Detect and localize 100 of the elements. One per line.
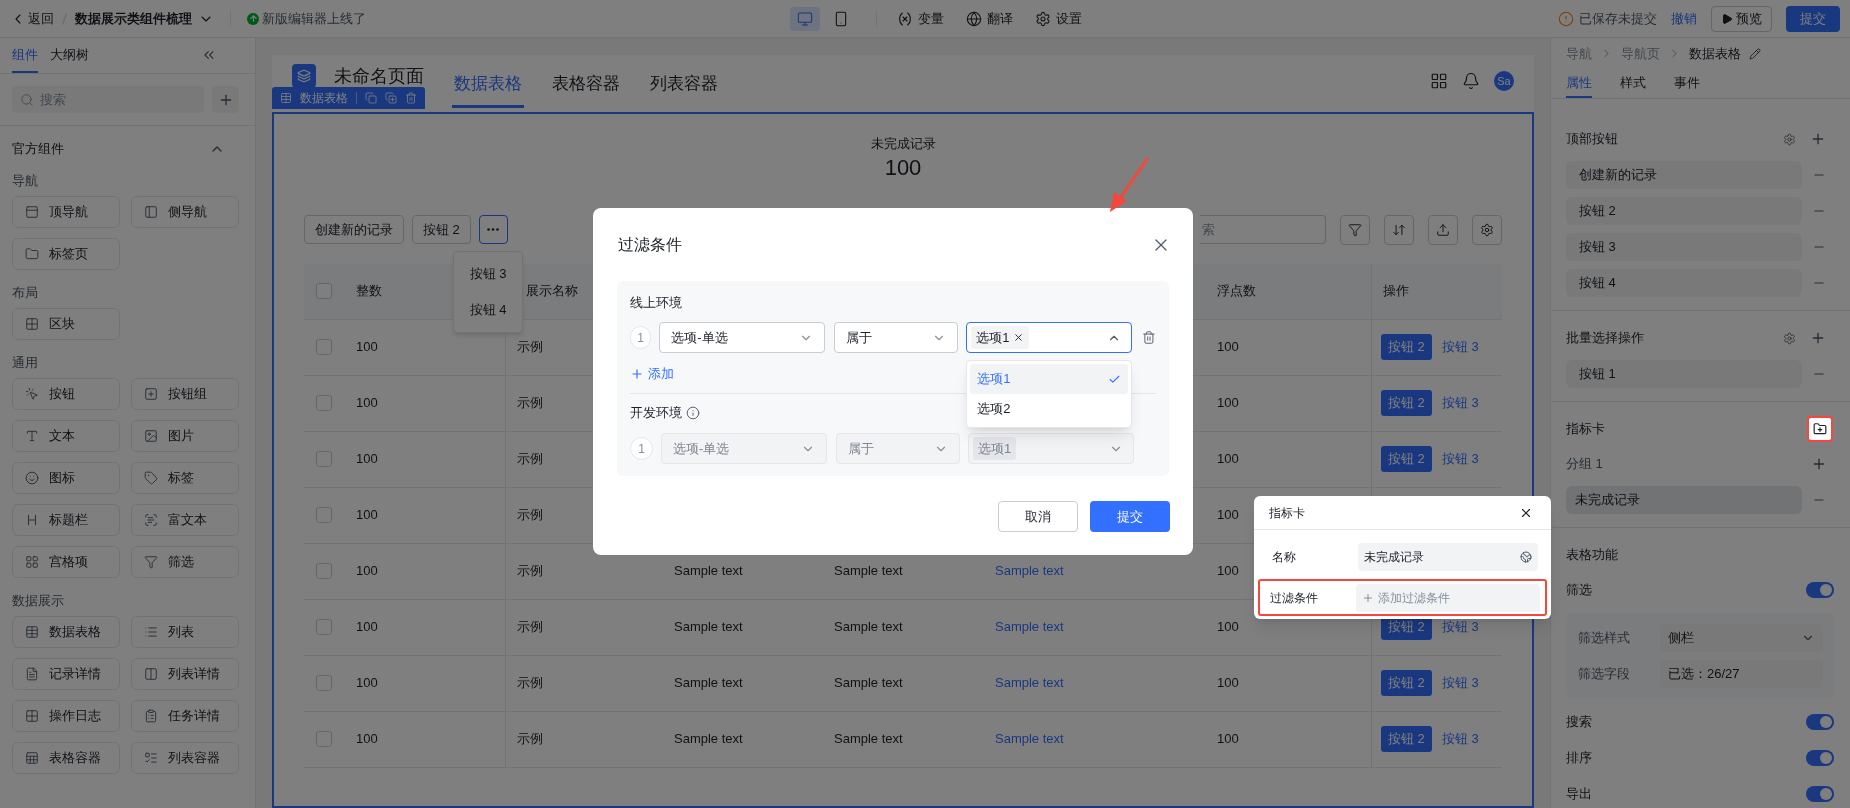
name-field[interactable]: 未完成记录	[1358, 542, 1538, 571]
icon-button[interactable]	[1472, 214, 1502, 245]
user-avatar[interactable]: Sa	[1494, 71, 1514, 91]
table-link[interactable]: Sample text	[995, 729, 1064, 749]
toolbar-button[interactable]: 变量	[897, 8, 944, 29]
toolbar-button[interactable]: 翻译	[966, 8, 1013, 29]
icon-button[interactable]	[1428, 214, 1458, 245]
component-item[interactable]: 数据表格	[12, 616, 120, 648]
component-item[interactable]: 图标	[12, 462, 120, 494]
add-button[interactable]	[1810, 131, 1826, 147]
table-link[interactable]: Sample text	[995, 617, 1064, 637]
nav-tab[interactable]: 列表容器	[648, 55, 720, 108]
toolbar-button[interactable]: 创建新的记录	[304, 215, 404, 244]
component-item[interactable]: 表格容器	[12, 742, 120, 774]
row-action-button[interactable]: 按钮 2	[1381, 334, 1432, 360]
table-link[interactable]: Sample text	[995, 561, 1064, 581]
component-item[interactable]: 列表	[131, 616, 239, 648]
component-item[interactable]: 标题栏	[12, 504, 120, 536]
component-item[interactable]: 侧导航	[131, 196, 239, 228]
component-item[interactable]: 列表详情	[131, 658, 239, 690]
checkbox[interactable]	[316, 563, 332, 579]
checkbox[interactable]	[316, 283, 332, 299]
undo-link[interactable]: 撤销	[1671, 8, 1697, 29]
component-item[interactable]: 按钮组	[131, 378, 239, 410]
breadcrumb-item[interactable]: 导航	[1566, 43, 1592, 64]
row-action-link[interactable]: 按钮 3	[1441, 449, 1479, 469]
list-item[interactable]: 按钮 2	[1566, 197, 1803, 225]
add-filter-button[interactable]: 添加过滤条件	[1356, 583, 1540, 612]
toolbar-button[interactable]: 设置	[1035, 8, 1082, 29]
toggle-switch[interactable]	[1806, 786, 1834, 802]
toggle-switch[interactable]	[1806, 714, 1834, 730]
panel-tab[interactable]: 样式	[1620, 69, 1646, 98]
back-link[interactable]: 返回	[10, 8, 54, 29]
component-item[interactable]: 标签页	[12, 238, 120, 270]
checkbox[interactable]	[316, 731, 332, 747]
row-action-link[interactable]: 按钮 3	[1441, 393, 1479, 413]
row-action-link[interactable]: 按钮 3	[1441, 729, 1479, 749]
component-item[interactable]: 列表容器	[131, 742, 239, 774]
row-action-link[interactable]: 按钮 3	[1441, 673, 1479, 693]
submit-button[interactable]: 提交	[1786, 5, 1840, 32]
component-item[interactable]: 区块	[12, 308, 120, 340]
list-item[interactable]: 按钮 1	[1566, 360, 1803, 388]
list-item[interactable]: 按钮 4	[1566, 269, 1803, 297]
dropdown-option[interactable]: 选项1	[970, 364, 1129, 394]
panel-tab[interactable]: 事件	[1674, 69, 1700, 98]
more-button[interactable]	[478, 215, 508, 244]
toolbar-button[interactable]: 按钮 2	[412, 215, 471, 244]
checkbox[interactable]	[316, 675, 332, 691]
menu-item[interactable]: 按钮 4	[454, 291, 522, 328]
search-field[interactable]: 索	[1200, 215, 1326, 244]
checkbox[interactable]	[316, 451, 332, 467]
table-link[interactable]: Sample text	[995, 673, 1064, 693]
component-item[interactable]: 操作日志	[12, 700, 120, 732]
device-toggle[interactable]	[790, 6, 820, 31]
row-action-button[interactable]: 按钮 2	[1381, 726, 1432, 752]
add-group-button[interactable]	[1807, 416, 1833, 442]
checkbox[interactable]	[316, 507, 332, 523]
toggle-switch[interactable]	[1806, 750, 1834, 766]
sidebar-tab[interactable]: 组件	[12, 38, 38, 73]
list-item[interactable]: 创建新的记录	[1566, 161, 1803, 189]
list-item[interactable]: 按钮 3	[1566, 233, 1803, 261]
icon-button[interactable]	[1340, 214, 1370, 245]
checkbox[interactable]	[316, 339, 332, 355]
add-button[interactable]	[212, 86, 239, 113]
row-action-link[interactable]: 按钮 3	[1441, 337, 1479, 357]
panel-tab[interactable]: 属性	[1566, 69, 1592, 98]
select-field[interactable]: 属于	[834, 322, 959, 353]
row-action-button[interactable]: 按钮 2	[1381, 670, 1432, 696]
checkbox[interactable]	[316, 395, 332, 411]
component-item[interactable]: 文本	[12, 420, 120, 452]
submit-button[interactable]: 提交	[1090, 501, 1170, 532]
component-item[interactable]: 任务详情	[131, 700, 239, 732]
component-item[interactable]: 记录详情	[12, 658, 120, 690]
nav-tab[interactable]: 数据表格	[452, 55, 524, 108]
breadcrumb-item[interactable]: 导航页	[1621, 43, 1660, 64]
row-action-button[interactable]: 按钮 2	[1381, 446, 1432, 472]
preview-button[interactable]: 预览	[1711, 5, 1772, 32]
component-item[interactable]: 标签	[131, 462, 239, 494]
multi-select-field[interactable]: 选项1	[966, 322, 1133, 353]
nav-tab[interactable]: 表格容器	[550, 55, 622, 108]
component-item[interactable]: 富文本	[131, 504, 239, 536]
component-item[interactable]: 筛选	[131, 546, 239, 578]
remove-tag-icon[interactable]	[1013, 332, 1025, 343]
select-field[interactable]: 选项-单选	[659, 322, 826, 353]
add-button[interactable]	[1810, 330, 1826, 346]
component-item[interactable]: 顶导航	[12, 196, 120, 228]
toggle-switch[interactable]	[1806, 582, 1834, 598]
sidebar-tab[interactable]: 大纲树	[50, 38, 89, 73]
menu-item[interactable]: 按钮 3	[454, 255, 522, 292]
project-selector[interactable]: 数据展示类组件梳理	[75, 8, 214, 29]
component-item[interactable]: 宫格项	[12, 546, 120, 578]
component-item[interactable]: 按钮	[12, 378, 120, 410]
dropdown-option[interactable]: 选项2	[970, 394, 1129, 424]
icon-button[interactable]	[1384, 214, 1414, 245]
list-item[interactable]: 未完成记录	[1566, 486, 1803, 514]
row-action-link[interactable]: 按钮 3	[1441, 617, 1479, 637]
component-item[interactable]: 图片	[131, 420, 239, 452]
checkbox[interactable]	[316, 619, 332, 635]
cancel-button[interactable]: 取消	[998, 501, 1078, 532]
add-condition-link[interactable]: 添加	[630, 364, 674, 384]
